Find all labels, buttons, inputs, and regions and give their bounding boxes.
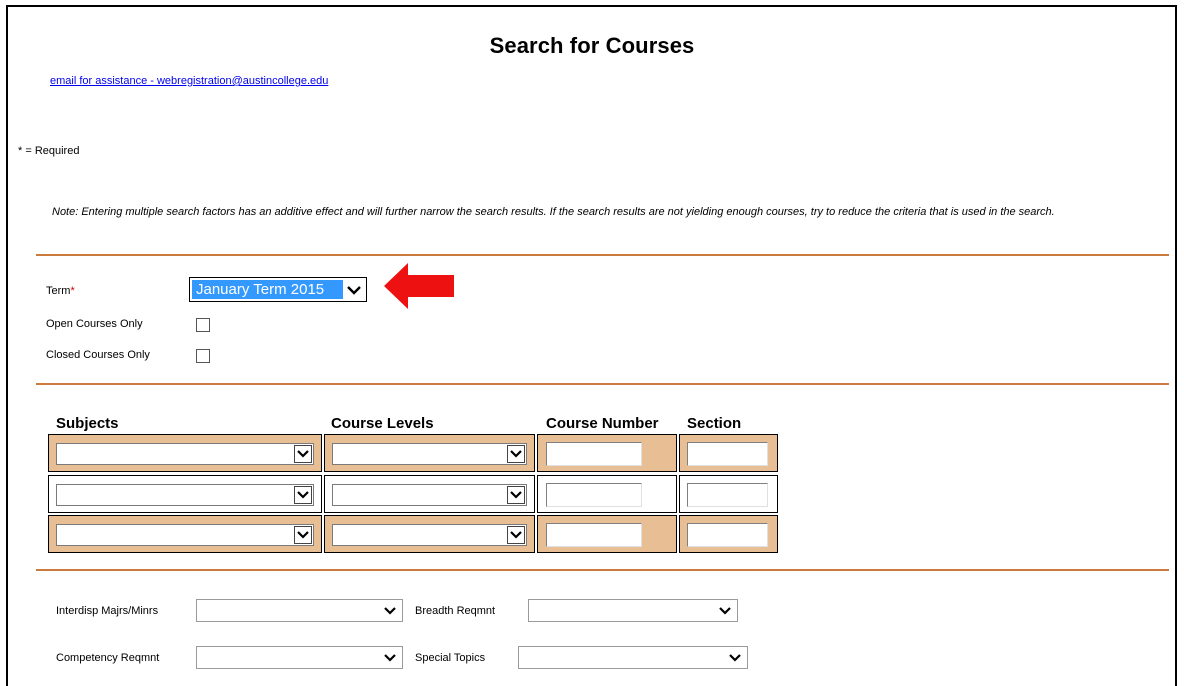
open-courses-label: Open Courses Only <box>46 318 143 330</box>
interdisp-label: Interdisp Majrs/Minrs <box>56 605 159 617</box>
page-title: Search for Courses <box>489 33 695 58</box>
table-row-3-number-cell <box>537 515 677 553</box>
assistance-email-link[interactable]: email for assistance - webregistration@a… <box>50 75 328 87</box>
dropdown-button[interactable] <box>294 445 312 463</box>
table-row-2-level-cell <box>324 475 535 513</box>
chevron-down-icon <box>510 531 522 539</box>
chevron-down-icon <box>510 450 522 458</box>
chevron-down-icon <box>297 531 309 539</box>
table-row-1-section-cell <box>679 434 778 472</box>
section-input-3[interactable] <box>687 523 768 547</box>
course-number-input-3[interactable] <box>546 523 642 547</box>
chevron-down-icon <box>719 607 731 615</box>
subject-select-3[interactable] <box>56 524 314 546</box>
table-row-1-level-cell <box>324 434 535 472</box>
page-frame <box>6 5 1177 686</box>
section-divider <box>36 569 1169 571</box>
section-divider <box>36 383 1169 385</box>
red-arrow-left-icon <box>384 263 454 309</box>
open-courses-checkbox[interactable] <box>196 318 210 332</box>
table-row-3-level-cell <box>324 515 535 553</box>
interdisp-select[interactable] <box>196 599 403 622</box>
chevron-down-icon <box>384 654 396 662</box>
course-number-header: Course Number <box>546 415 659 432</box>
term-label: Term* <box>46 285 75 297</box>
closed-courses-label: Closed Courses Only <box>46 349 150 361</box>
chevron-down-icon <box>297 450 309 458</box>
course-level-select-1[interactable] <box>332 443 527 465</box>
course-level-select-2[interactable] <box>332 484 527 506</box>
table-row-2-subject-cell <box>48 475 322 513</box>
chevron-down-icon <box>729 654 741 662</box>
competency-select[interactable] <box>196 646 403 669</box>
closed-courses-checkbox[interactable] <box>196 349 210 363</box>
table-row-1-subject-cell <box>48 434 322 472</box>
course-number-input-1[interactable] <box>546 442 642 466</box>
course-levels-header: Course Levels <box>331 415 434 432</box>
chevron-down-icon <box>347 286 361 295</box>
breadth-label: Breadth Reqmnt <box>415 605 496 617</box>
chevron-down-icon <box>510 491 522 499</box>
section-input-1[interactable] <box>687 442 768 466</box>
chevron-down-icon <box>297 491 309 499</box>
course-level-select-3[interactable] <box>332 524 527 546</box>
dropdown-button[interactable] <box>507 486 525 504</box>
table-row-2-number-cell <box>537 475 677 513</box>
required-star: * <box>70 285 75 297</box>
table-row-3-section-cell <box>679 515 778 553</box>
term-label-text: Term <box>46 285 71 297</box>
breadth-select[interactable] <box>528 599 738 622</box>
dropdown-button[interactable] <box>507 526 525 544</box>
competency-label: Competency Reqmnt <box>56 652 160 664</box>
course-number-input-2[interactable] <box>546 483 642 507</box>
term-selected-value: January Term 2015 <box>192 280 343 299</box>
chevron-down-icon <box>384 607 396 615</box>
section-input-2[interactable] <box>687 483 768 507</box>
subjects-header: Subjects <box>56 415 119 432</box>
dropdown-button[interactable] <box>294 486 312 504</box>
search-note: Note: Entering multiple search factors h… <box>52 206 1055 218</box>
table-row-2-section-cell <box>679 475 778 513</box>
dropdown-button[interactable] <box>507 445 525 463</box>
required-legend: * = Required <box>18 145 80 157</box>
subject-select-1[interactable] <box>56 443 314 465</box>
dropdown-button[interactable] <box>294 526 312 544</box>
special-topics-label: Special Topics <box>415 652 486 664</box>
table-row-3-subject-cell <box>48 515 322 553</box>
section-divider <box>36 254 1169 256</box>
section-header: Section <box>687 415 742 432</box>
subject-select-2[interactable] <box>56 484 314 506</box>
special-topics-select[interactable] <box>518 646 748 669</box>
table-row-1-number-cell <box>537 434 677 472</box>
term-select[interactable]: January Term 2015 <box>189 277 367 302</box>
